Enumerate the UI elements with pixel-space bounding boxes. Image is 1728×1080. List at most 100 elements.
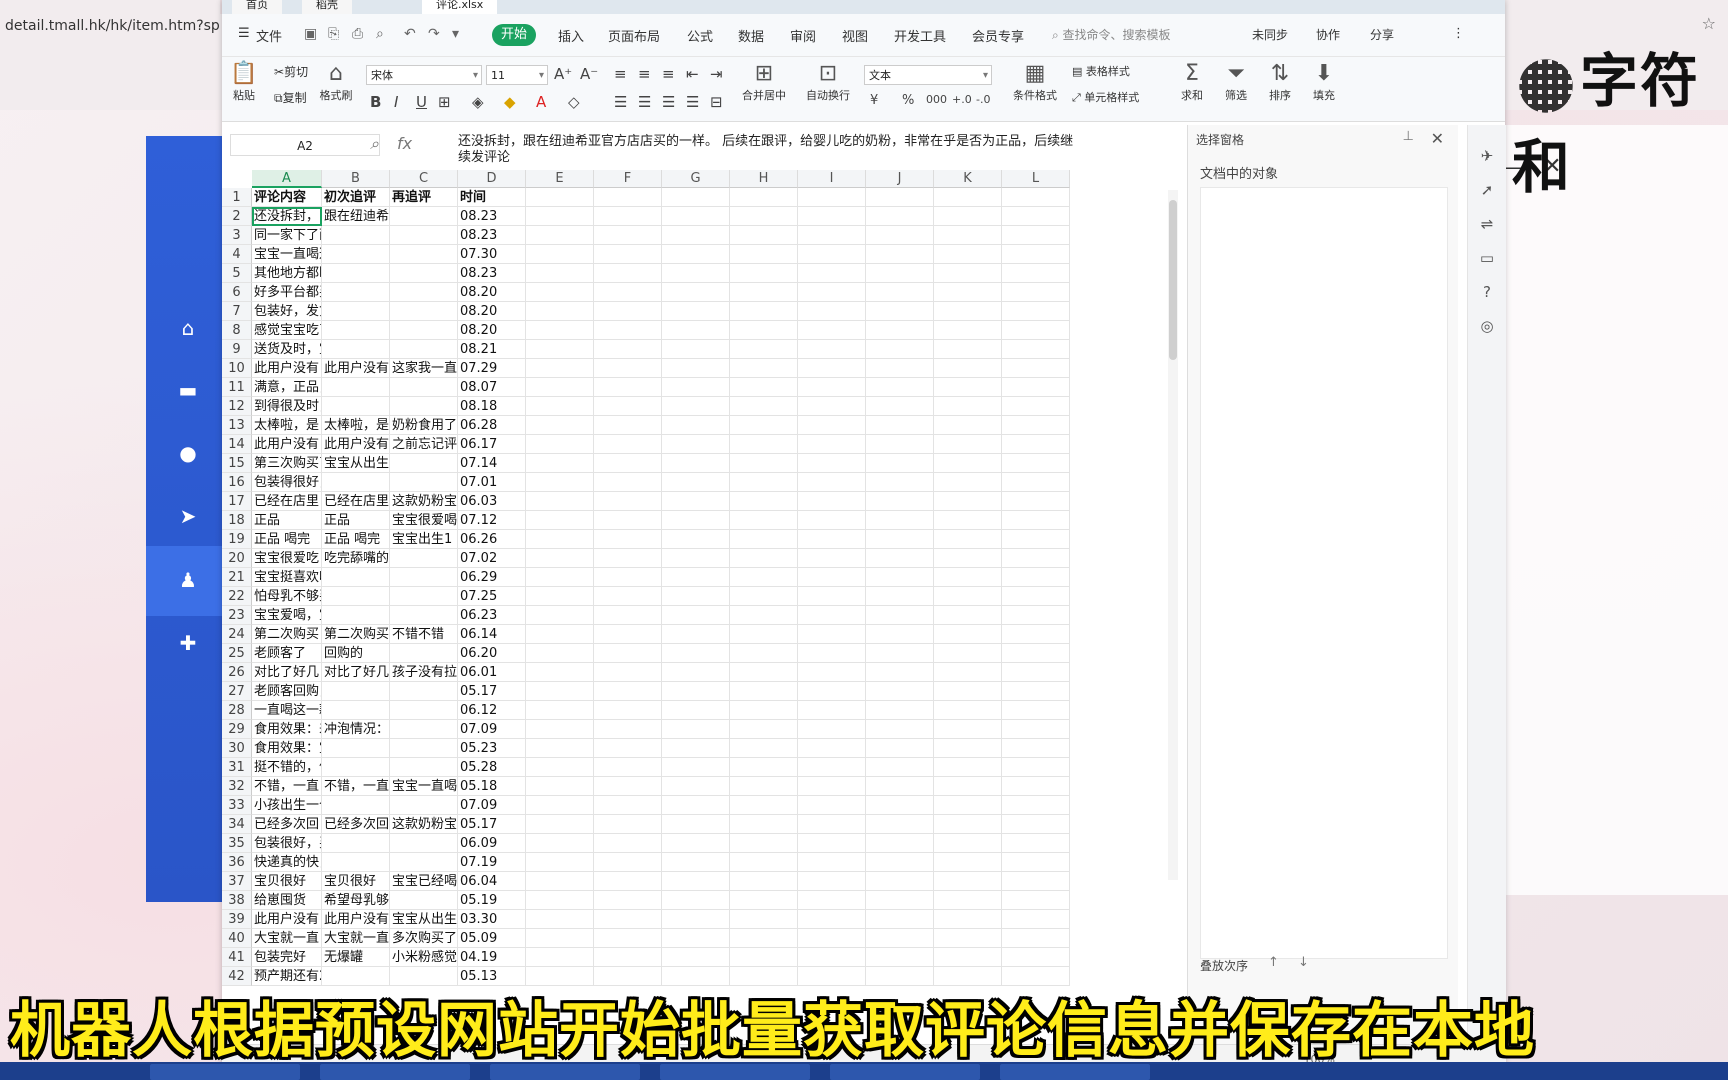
- filter-button[interactable]: ⏷ 筛选: [1216, 61, 1256, 103]
- cell[interactable]: [934, 359, 1002, 378]
- cell[interactable]: [934, 397, 1002, 416]
- cell[interactable]: [662, 625, 730, 644]
- cell[interactable]: [866, 359, 934, 378]
- cell[interactable]: [1002, 473, 1070, 492]
- cell[interactable]: [662, 796, 730, 815]
- cell[interactable]: [866, 929, 934, 948]
- row-number[interactable]: 25: [222, 644, 252, 663]
- cell[interactable]: [662, 587, 730, 606]
- shape-icon[interactable]: ▭: [1478, 249, 1496, 267]
- cell[interactable]: [934, 378, 1002, 397]
- cell[interactable]: [594, 587, 662, 606]
- cell[interactable]: [390, 853, 458, 872]
- cell[interactable]: [866, 302, 934, 321]
- cell[interactable]: [798, 492, 866, 511]
- cell[interactable]: [1002, 796, 1070, 815]
- cell[interactable]: [730, 340, 798, 359]
- cell[interactable]: [1002, 226, 1070, 245]
- cell[interactable]: [798, 682, 866, 701]
- cell[interactable]: 06.28: [458, 416, 526, 435]
- cell[interactable]: [594, 739, 662, 758]
- cell[interactable]: [526, 872, 594, 891]
- cell[interactable]: 此用户没有: [252, 435, 322, 454]
- cell[interactable]: 05.19: [458, 891, 526, 910]
- row-number[interactable]: 13: [222, 416, 252, 435]
- cell[interactable]: [322, 302, 390, 321]
- cell[interactable]: 跟在纽迪希亚官方店: [322, 207, 390, 226]
- row-number[interactable]: 7: [222, 302, 252, 321]
- cell[interactable]: [934, 720, 1002, 739]
- cell[interactable]: [526, 568, 594, 587]
- cell[interactable]: [798, 416, 866, 435]
- cell[interactable]: [662, 891, 730, 910]
- cell[interactable]: 吃完舔嘴的样子 很: [322, 549, 390, 568]
- italic-icon[interactable]: I: [394, 93, 398, 111]
- cell[interactable]: [730, 321, 798, 340]
- row-number[interactable]: 9: [222, 340, 252, 359]
- taskbar-item[interactable]: [1000, 1064, 1150, 1080]
- cell[interactable]: 此用户没有: [322, 359, 390, 378]
- cell[interactable]: 老顾客了: [252, 644, 322, 663]
- cell[interactable]: [662, 758, 730, 777]
- cell[interactable]: [730, 207, 798, 226]
- cell[interactable]: [934, 321, 1002, 340]
- cell[interactable]: 已经多次回: [252, 815, 322, 834]
- cell[interactable]: [594, 378, 662, 397]
- cell[interactable]: 已经在店里: [252, 492, 322, 511]
- cell[interactable]: [594, 682, 662, 701]
- cell[interactable]: 满意，正品，这款奶粉特别的难: [252, 378, 322, 397]
- cell[interactable]: [730, 701, 798, 720]
- row-number[interactable]: 31: [222, 758, 252, 777]
- row-number[interactable]: 38: [222, 891, 252, 910]
- cell[interactable]: [322, 226, 390, 245]
- format-painter-button[interactable]: ⌂ 格式刷: [316, 61, 356, 103]
- cell[interactable]: [798, 226, 866, 245]
- cell[interactable]: [526, 587, 594, 606]
- row-number[interactable]: 41: [222, 948, 252, 967]
- cell[interactable]: [730, 739, 798, 758]
- cell[interactable]: [594, 853, 662, 872]
- cell[interactable]: [866, 283, 934, 302]
- cell[interactable]: [934, 435, 1002, 454]
- row-number[interactable]: 1: [222, 188, 252, 207]
- cell[interactable]: [934, 929, 1002, 948]
- decrease-decimal-icon[interactable]: -.0: [976, 93, 990, 106]
- cell[interactable]: [662, 359, 730, 378]
- cell[interactable]: [866, 872, 934, 891]
- cell[interactable]: 正品 喝完: [252, 530, 322, 549]
- cell[interactable]: 06.14: [458, 625, 526, 644]
- collaborate-button[interactable]: 协作: [1316, 26, 1340, 43]
- cell[interactable]: 感觉宝宝吃了还可以: [252, 321, 322, 340]
- cell[interactable]: [934, 568, 1002, 587]
- cell[interactable]: [866, 644, 934, 663]
- cell[interactable]: [662, 549, 730, 568]
- cell[interactable]: [390, 321, 458, 340]
- cell[interactable]: 其他地方都断货了，在这能买到: [252, 264, 322, 283]
- cell[interactable]: 食用效果：差: [252, 720, 322, 739]
- cell[interactable]: [662, 473, 730, 492]
- cell[interactable]: 宝宝已经喝: [390, 872, 458, 891]
- row-number[interactable]: 5: [222, 264, 252, 283]
- cell[interactable]: [866, 663, 934, 682]
- cell[interactable]: [730, 511, 798, 530]
- cell[interactable]: [730, 568, 798, 587]
- cell[interactable]: [1002, 625, 1070, 644]
- cell[interactable]: [730, 891, 798, 910]
- tab-review-xlsx[interactable]: 评论.xlsx: [422, 0, 498, 14]
- cell[interactable]: [662, 929, 730, 948]
- cell[interactable]: [1002, 340, 1070, 359]
- cell[interactable]: 正品: [322, 511, 390, 530]
- cell[interactable]: [1002, 302, 1070, 321]
- column-header-g[interactable]: G: [662, 170, 730, 188]
- cell[interactable]: [730, 264, 798, 283]
- cell[interactable]: [594, 758, 662, 777]
- cell[interactable]: 正品: [252, 511, 322, 530]
- cell[interactable]: [1002, 758, 1070, 777]
- cell[interactable]: [594, 720, 662, 739]
- cell[interactable]: [934, 777, 1002, 796]
- cell[interactable]: [594, 568, 662, 587]
- cell[interactable]: [594, 245, 662, 264]
- cell[interactable]: [866, 910, 934, 929]
- column-header-c[interactable]: C: [390, 170, 458, 188]
- cell[interactable]: [798, 397, 866, 416]
